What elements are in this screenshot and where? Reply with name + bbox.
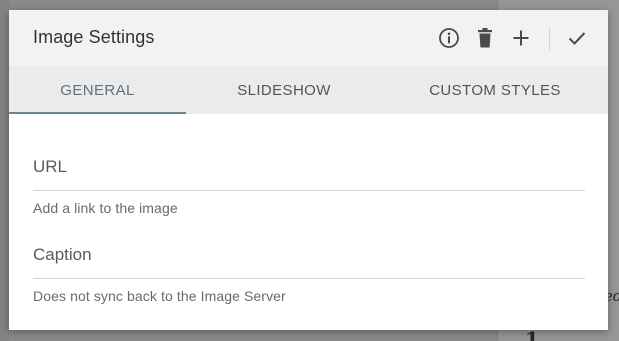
url-input[interactable] — [33, 183, 585, 191]
info-button[interactable] — [437, 26, 461, 50]
check-icon — [568, 32, 586, 45]
caption-help-text: Does not sync back to the Image Server — [33, 288, 286, 304]
tab-custom-styles[interactable]: CUSTOM STYLES — [382, 66, 608, 114]
tab-general[interactable]: GENERAL — [9, 66, 186, 114]
plus-icon — [513, 30, 529, 46]
add-button[interactable] — [509, 26, 533, 50]
tab-slideshow[interactable]: SLIDESHOW — [186, 66, 382, 114]
caption-label: Caption — [33, 245, 92, 264]
dialog-title: Image Settings — [33, 27, 155, 47]
url-field-group: URL Add a link to the image — [33, 156, 585, 216]
caption-input[interactable] — [33, 271, 585, 279]
image-settings-dialog: Image Settings GENERAL SLIDESHOW CUSTOM … — [9, 10, 608, 330]
caption-field-group: Caption Does not sync back to the Image … — [33, 244, 585, 304]
url-help-text: Add a link to the image — [33, 200, 178, 216]
delete-button[interactable] — [473, 26, 497, 50]
header-divider — [549, 28, 550, 50]
settings-tabs: GENERAL SLIDESHOW CUSTOM STYLES — [9, 66, 608, 114]
trash-icon — [478, 28, 492, 48]
confirm-button[interactable] — [565, 26, 589, 50]
url-label: URL — [33, 157, 68, 176]
dialog-header: Image Settings — [9, 10, 608, 66]
background-left-strip — [0, 0, 9, 341]
info-icon — [439, 28, 459, 48]
